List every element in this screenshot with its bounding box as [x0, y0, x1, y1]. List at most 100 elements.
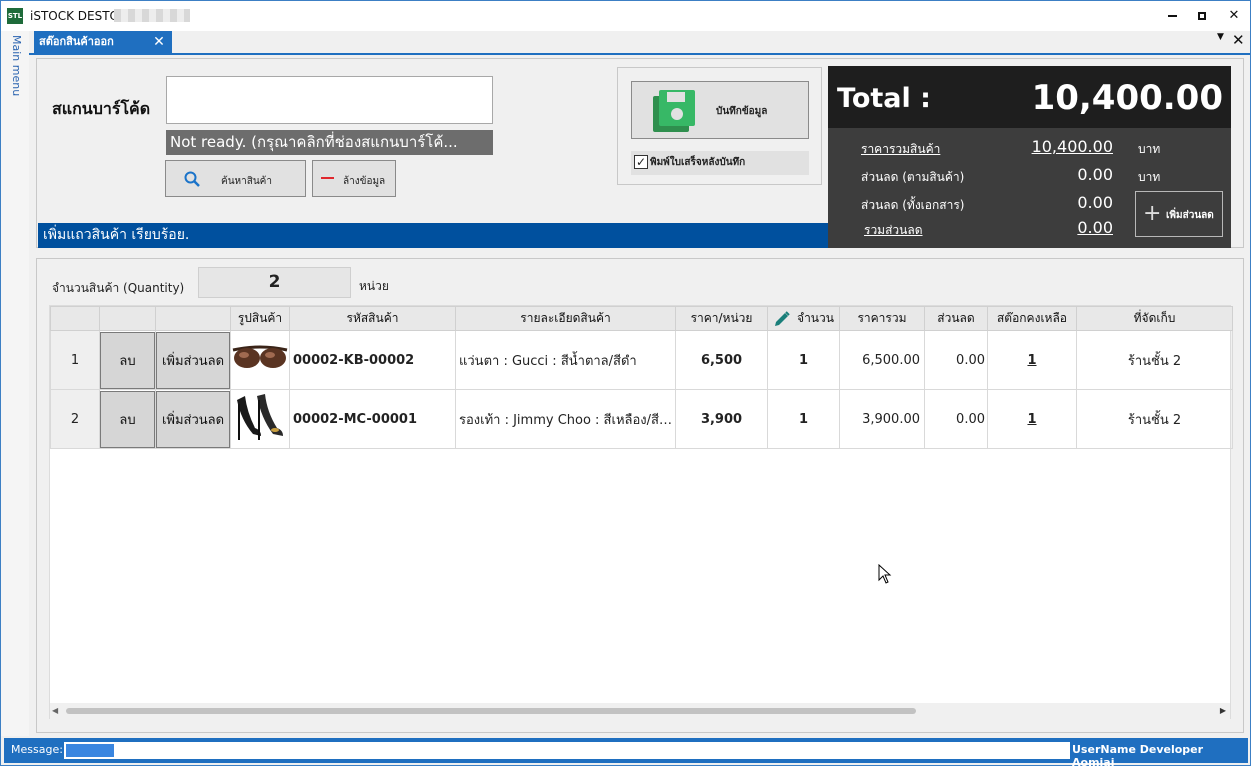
- close-button[interactable]: ✕: [1217, 5, 1251, 27]
- tab-close-icon[interactable]: ✕: [151, 33, 167, 51]
- total-label: Total :: [837, 83, 931, 114]
- print-receipt-label: พิมพ์ใบเสร็จหลังบันทึก: [650, 157, 746, 168]
- subtotal-label[interactable]: ราคารวมสินค้า: [861, 140, 940, 159]
- product-image-cell: [230, 330, 290, 390]
- maximize-icon: [1198, 11, 1206, 20]
- save-group: บันทึกข้อมูล ✓ พิมพ์ใบเสร็จหลังบันทึก: [617, 67, 822, 185]
- col-header-index: [50, 306, 100, 331]
- col-header-code[interactable]: รหัสสินค้า: [289, 306, 456, 331]
- total-value: 10,400.00: [1031, 78, 1223, 118]
- col-header-price[interactable]: ราคา/หน่วย: [675, 306, 768, 331]
- total-header: Total : 10,400.00: [828, 66, 1231, 128]
- scan-status: Not ready. (กรุณาคลิกที่ช่องสแกนบาร์โค้.…: [166, 130, 493, 155]
- delete-row-button[interactable]: ลบ: [100, 331, 155, 389]
- scan-panel: สแกนบาร์โค้ด Not ready. (กรุณาคลิกที่ช่อ…: [36, 58, 1244, 248]
- message-box: [64, 742, 1070, 759]
- delete-row-button[interactable]: ลบ: [100, 390, 155, 448]
- minimize-button[interactable]: [1155, 5, 1189, 27]
- checkbox-checked-icon: ✓: [634, 155, 648, 169]
- items-grid: รูปสินค้า รหัสสินค้า รายละเอียดสินค้า รา…: [49, 305, 1233, 719]
- item-discount-row: ส่วนลด (ตามสินค้า) 0.00 บาท: [828, 164, 1231, 188]
- side-menu-label[interactable]: Main menu: [10, 35, 23, 96]
- tab-list-dropdown-icon[interactable]: ▼: [1217, 32, 1224, 42]
- scan-label: สแกนบาร์โค้ด: [52, 99, 151, 118]
- message-label: Message:: [11, 743, 63, 756]
- clear-data-button[interactable]: ล้างข้อมูล: [312, 160, 396, 197]
- plus-icon: +: [1143, 201, 1162, 226]
- subtotal-unit: บาท: [1138, 142, 1161, 156]
- quantity-value: 2: [198, 267, 351, 298]
- total-discount-label[interactable]: รวมส่วนลด: [864, 221, 923, 240]
- product-image-cell: [230, 389, 290, 449]
- item-discount-value: 0.00: [1077, 165, 1113, 184]
- delete-cell: ลบ: [99, 330, 156, 390]
- line-discount: 0.00: [924, 389, 988, 449]
- item-quantity[interactable]: 1: [767, 330, 840, 390]
- stock-remaining-link[interactable]: 1: [987, 389, 1077, 449]
- add-discount-button[interactable]: + เพิ่มส่วนลด: [1135, 191, 1223, 237]
- col-header-discount-btn: [155, 306, 231, 331]
- close-document-icon[interactable]: ✕: [1232, 31, 1245, 49]
- product-description: รองเท้า : Jimmy Choo : สีเหลือง/สีทอง: [455, 389, 676, 449]
- item-quantity[interactable]: 1: [767, 389, 840, 449]
- subtotal-row: ราคารวมสินค้า 10,400.00 บาท: [828, 136, 1231, 160]
- clear-data-label: ล้างข้อมูล: [343, 176, 386, 187]
- col-header-delete: [99, 306, 156, 331]
- item-discount-label: ส่วนลด (ตามสินค้า): [861, 170, 965, 184]
- col-header-image[interactable]: รูปสินค้า: [230, 306, 290, 331]
- subtotal-value[interactable]: 10,400.00: [1032, 137, 1113, 156]
- tab-stock-out[interactable]: สต๊อกสินค้าออก: [34, 31, 146, 53]
- barcode-input[interactable]: [166, 76, 493, 124]
- line-total: 6,500.00: [839, 330, 925, 390]
- scroll-thumb[interactable]: [66, 708, 916, 714]
- search-product-label: ค้นหาสินค้า: [221, 176, 272, 187]
- info-message: เพิ่มแถวสินค้า เรียบร้อย.: [38, 223, 828, 248]
- floppy-disk-icon: [653, 90, 695, 132]
- status-bar: Message: UserName Developer Aomjai: [4, 738, 1248, 766]
- add-discount-label: เพิ่มส่วนลด: [1166, 210, 1214, 221]
- unit-price: 3,900: [675, 389, 768, 449]
- add-row-discount-button[interactable]: เพิ่มส่วนลด: [156, 390, 230, 448]
- table-row[interactable]: 2 ลบ เพิ่มส่วนลด 00002-MC-00001 รองเท้า …: [50, 389, 1233, 449]
- discount-cell: เพิ่มส่วนลด: [155, 330, 231, 390]
- total-discount-value[interactable]: 0.00: [1077, 218, 1113, 237]
- app-window: STL iSTOCK DESTOP ✕ Main menu สต๊อกสินค้…: [0, 0, 1251, 766]
- side-menu[interactable]: Main menu: [1, 31, 29, 736]
- col-header-discount[interactable]: ส่วนลด: [924, 306, 988, 331]
- stock-remaining-link[interactable]: 1: [987, 330, 1077, 390]
- quantity-unit: หน่วย: [359, 279, 389, 293]
- col-header-location[interactable]: ที่จัดเก็บ: [1076, 306, 1233, 331]
- app-logo: STL: [7, 8, 23, 24]
- pencil-icon: [775, 310, 790, 326]
- col-header-description[interactable]: รายละเอียดสินค้า: [455, 306, 676, 331]
- row-index: 2: [50, 389, 100, 449]
- product-code: 00002-KB-00002: [289, 330, 456, 390]
- table-row[interactable]: 1 ลบ เพิ่มส่วนลด 00002-KB-00002 แว่นตา:…: [50, 330, 1233, 390]
- print-receipt-checkbox[interactable]: ✓ พิมพ์ใบเสร็จหลังบันทึก: [631, 151, 809, 175]
- scroll-right-icon[interactable]: ▶: [1220, 706, 1226, 715]
- sunglasses-image: [232, 345, 288, 368]
- maximize-button[interactable]: [1185, 5, 1219, 27]
- line-discount: 0.00: [924, 330, 988, 390]
- horizontal-scrollbar[interactable]: ◀ ▶: [50, 703, 1230, 719]
- save-button[interactable]: บันทึกข้อมูล: [631, 81, 809, 139]
- storage-location: ร้านชั้น 2: [1076, 389, 1233, 449]
- col-header-total[interactable]: ราคารวม: [839, 306, 925, 331]
- minus-icon: [321, 177, 334, 179]
- minimize-icon: [1167, 14, 1177, 17]
- items-table: รูปสินค้า รหัสสินค้า รายละเอียดสินค้า รา…: [50, 306, 1233, 449]
- doc-discount-value: 0.00: [1077, 193, 1113, 212]
- scroll-left-icon[interactable]: ◀: [52, 706, 58, 715]
- tab-strip: สต๊อกสินค้าออก ✕ ▼ ✕: [29, 31, 1250, 55]
- col-header-stock[interactable]: สต๊อกคงเหลือ: [987, 306, 1077, 331]
- mouse-cursor-icon: [878, 564, 892, 584]
- quantity-label: จำนวนสินค้า (Quantity): [52, 281, 185, 295]
- col-header-qty[interactable]: จำนวน: [767, 306, 840, 331]
- add-row-discount-button[interactable]: เพิ่มส่วนลด: [156, 331, 230, 389]
- discount-cell: เพิ่มส่วนลด: [155, 389, 231, 449]
- high-heels-image: [237, 394, 283, 440]
- progress-indicator: [66, 744, 114, 757]
- app-title: iSTOCK DESTOP: [30, 9, 127, 23]
- product-code: 00002-MC-00001: [289, 389, 456, 449]
- search-product-button[interactable]: ค้นหาสินค้า: [165, 160, 306, 197]
